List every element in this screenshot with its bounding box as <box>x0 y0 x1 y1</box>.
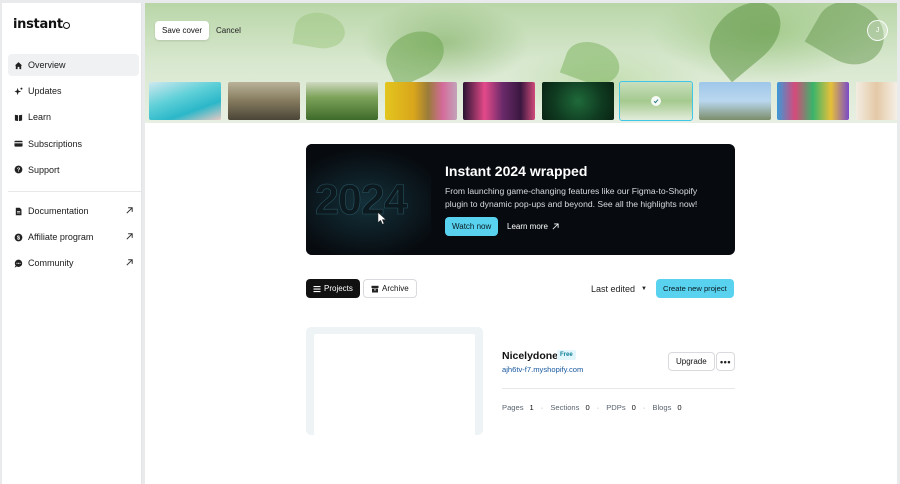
help-icon: ? <box>13 165 23 175</box>
plan-badge: Free <box>557 350 576 360</box>
banner-title: Instant 2024 wrapped <box>445 163 588 179</box>
instant-logo[interactable]: instant <box>13 17 71 32</box>
tab-label: Projects <box>324 284 353 293</box>
learn-more-label: Learn more <box>507 222 548 231</box>
cover-thumbnail[interactable] <box>306 82 378 120</box>
banner-artwork: 2024 <box>306 144 431 255</box>
external-link-icon <box>126 259 133 266</box>
cursor-icon <box>377 212 387 225</box>
tab-projects[interactable]: Projects <box>306 279 360 298</box>
secondary-nav: Documentation $ Affiliate program Commun… <box>8 200 139 279</box>
external-link-icon <box>126 233 133 240</box>
sidebar-item-label: Updates <box>28 86 62 97</box>
stat-separator: · <box>642 403 646 412</box>
sidebar-item-subscriptions[interactable]: Subscriptions <box>8 133 139 155</box>
cover-thumbnail-strip <box>149 81 897 121</box>
leaf-decoration <box>696 3 794 83</box>
sidebar-item-label: Community <box>28 258 74 269</box>
app-window: instant Overview Updates Learn Subscript… <box>0 0 900 484</box>
check-icon <box>651 96 661 106</box>
leaf-decoration <box>292 8 348 53</box>
project-name[interactable]: Nicelydone <box>502 350 558 362</box>
cover-thumbnail[interactable] <box>228 82 300 120</box>
leaf-decoration <box>378 22 452 89</box>
project-preview[interactable] <box>306 327 483 435</box>
sidebar-item-documentation[interactable]: Documentation <box>8 200 139 222</box>
watch-now-button[interactable]: Watch now <box>445 217 499 236</box>
caret-down-icon: ▼ <box>641 285 647 292</box>
stat-blogs: Blogs 0 <box>652 403 682 412</box>
stat-sections: Sections 0 <box>550 403 590 412</box>
tab-archive[interactable]: Archive <box>363 279 417 298</box>
sparkle-icon <box>13 86 23 96</box>
cover-thumbnail[interactable] <box>149 82 221 120</box>
cover-image: Save cover Cancel J <box>145 3 897 123</box>
sidebar-item-label: Subscriptions <box>28 138 83 149</box>
banner-description: From launching game-changing features li… <box>445 186 698 209</box>
cover-thumbnail[interactable] <box>542 82 614 120</box>
sidebar-item-community[interactable]: Community <box>8 252 139 274</box>
sidebar-item-label: Overview <box>28 60 66 70</box>
external-link-icon <box>126 207 133 214</box>
tab-label: Archive <box>382 284 409 293</box>
primary-nav: Overview Updates Learn Subscriptions ? S… <box>8 54 139 185</box>
cover-thumbnail[interactable] <box>699 82 771 120</box>
save-cover-button[interactable]: Save cover <box>155 21 210 40</box>
home-icon <box>13 60 23 70</box>
arrow-up-right-icon <box>552 223 559 230</box>
sidebar-divider <box>8 191 141 192</box>
stat-pdps: PDPs 0 <box>606 403 636 412</box>
book-icon <box>13 112 23 122</box>
stat-pages: Pages 1 <box>502 403 534 412</box>
project-divider <box>502 388 735 389</box>
svg-text:?: ? <box>16 168 20 174</box>
sidebar-item-label: Documentation <box>28 206 89 216</box>
wrapped-banner: 2024 Instant 2024 wrapped From launching… <box>306 144 735 255</box>
cover-thumbnail[interactable] <box>777 82 849 120</box>
sidebar-item-learn[interactable]: Learn <box>8 106 139 128</box>
stat-separator: · <box>540 403 544 412</box>
cover-thumbnail[interactable] <box>463 82 535 120</box>
more-options-button[interactable]: ••• <box>716 352 735 371</box>
main-content: Save cover Cancel J 2024 Instant 2024 wr… <box>145 3 897 484</box>
sidebar-item-label: Learn <box>28 112 52 123</box>
sidebar-item-affiliate-program[interactable]: $ Affiliate program <box>8 226 139 248</box>
ellipsis-icon: ••• <box>720 356 731 367</box>
stat-separator: · <box>596 403 600 412</box>
sort-label: Last edited <box>591 283 636 294</box>
create-new-project-button[interactable]: Create new project <box>656 279 734 298</box>
chat-icon <box>13 258 23 268</box>
cancel-button[interactable]: Cancel <box>216 21 241 40</box>
sidebar-item-updates[interactable]: Updates <box>8 80 139 102</box>
sidebar-item-label: Support <box>28 164 60 175</box>
sort-dropdown[interactable]: Last edited ▼ <box>591 279 647 298</box>
card-icon <box>13 139 23 149</box>
list-icon <box>313 285 321 292</box>
project-stats: Pages 1 · Sections 0 · PDPs 0 · Blogs 0 <box>502 403 682 412</box>
archive-icon <box>371 285 379 292</box>
cover-thumbnail-selected[interactable] <box>619 81 693 121</box>
project-preview-page <box>314 334 475 435</box>
avatar[interactable]: J <box>867 20 888 41</box>
project-domain-link[interactable]: ajh6tv-f7.myshopify.com <box>502 365 583 374</box>
upgrade-button[interactable]: Upgrade <box>668 352 715 371</box>
dollar-icon: $ <box>13 232 23 242</box>
banner-year: 2024 <box>315 176 408 225</box>
learn-more-link[interactable]: Learn more <box>507 217 559 236</box>
sidebar-item-support[interactable]: ? Support <box>8 159 139 181</box>
cover-thumbnail[interactable] <box>385 82 457 120</box>
document-icon <box>13 206 23 216</box>
sidebar: instant Overview Updates Learn Subscript… <box>2 3 142 484</box>
cover-thumbnail[interactable] <box>856 82 897 120</box>
sidebar-item-overview[interactable]: Overview <box>8 54 139 76</box>
sidebar-item-label: Affiliate program <box>28 232 94 243</box>
